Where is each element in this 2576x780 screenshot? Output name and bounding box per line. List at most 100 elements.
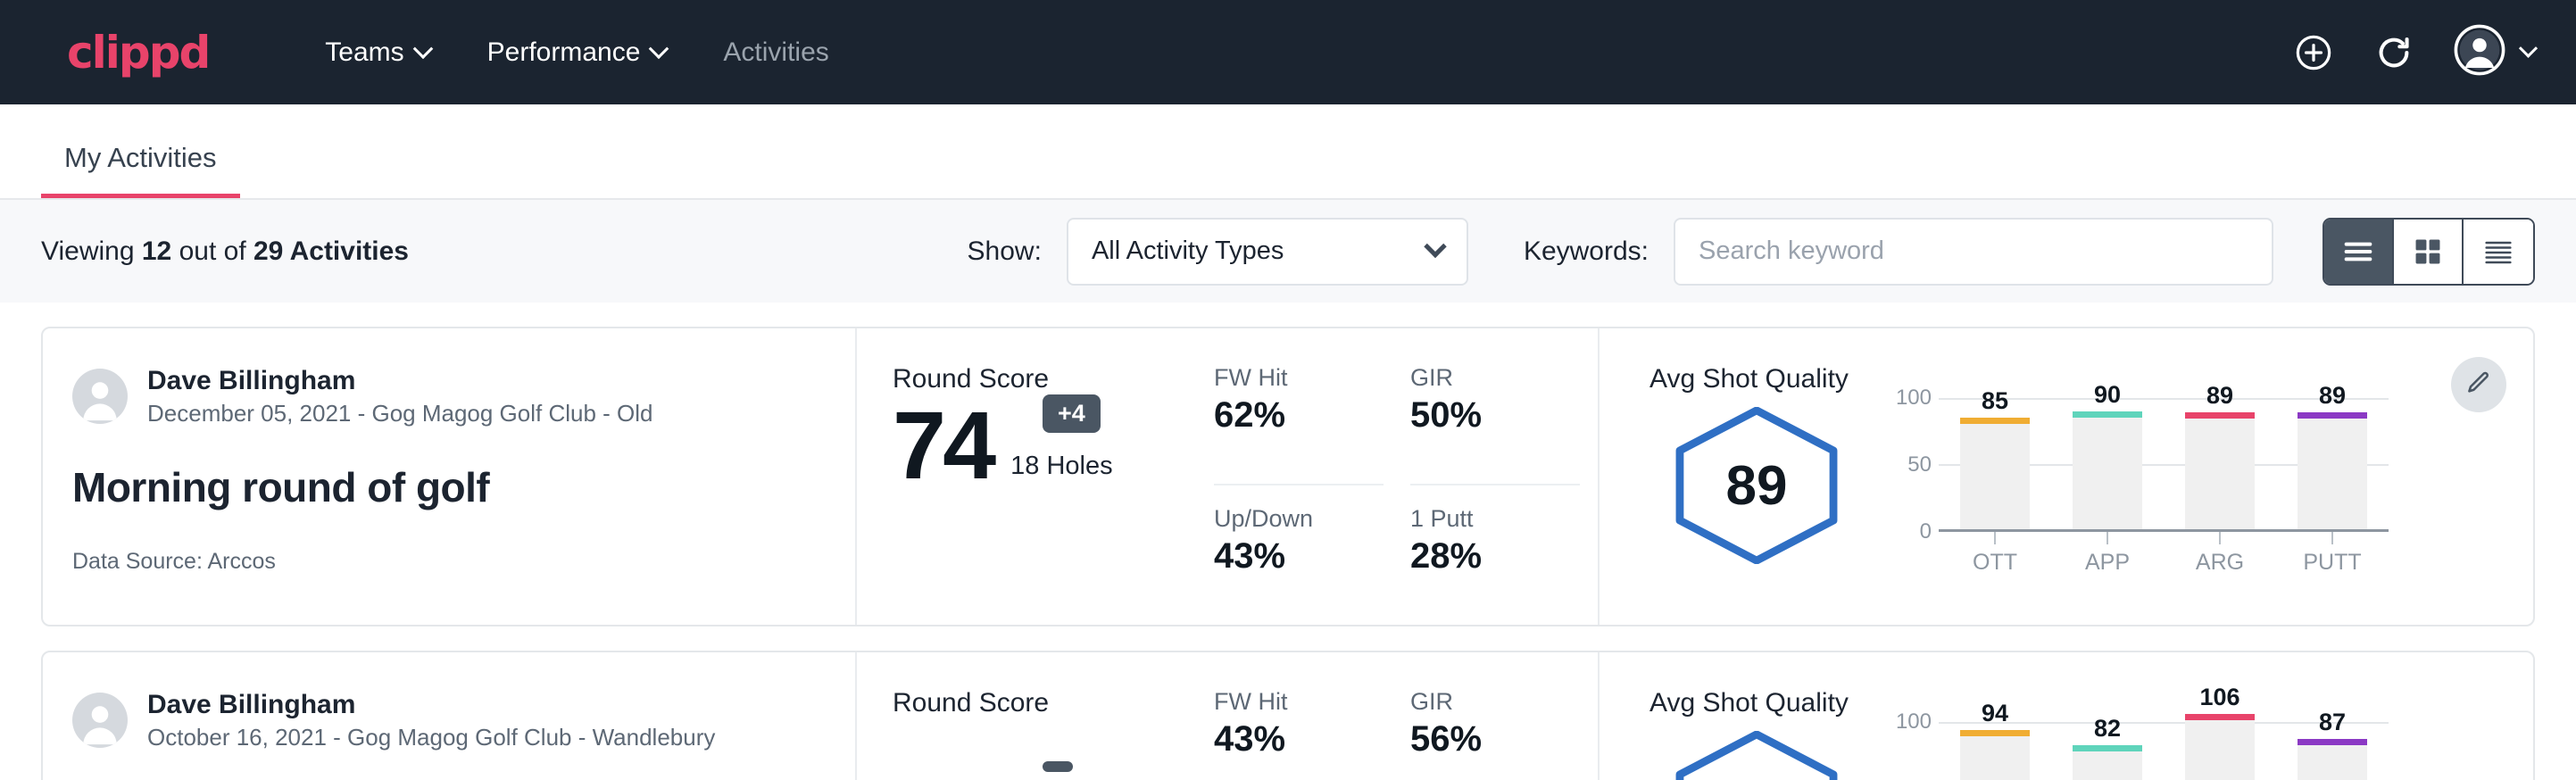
search-input[interactable] <box>1674 218 2273 286</box>
bar-col-app: 90 <box>2073 398 2142 529</box>
view-mode-toggle-group <box>2323 218 2535 286</box>
stat-gir: GIR 56% <box>1410 688 1580 780</box>
nav-item-teams[interactable]: Teams <box>296 37 458 68</box>
stat-up-down-label: Up/Down <box>1214 505 1384 533</box>
nav-item-activities[interactable]: Activities <box>694 37 857 68</box>
primary-nav: Teams Performance Activities <box>296 37 857 68</box>
activity-stats: FW Hit 43% GIR 56% <box>1214 652 1598 780</box>
round-score-row: 74 +4 18 Holes <box>893 400 1214 492</box>
nav-item-performance[interactable]: Performance <box>459 37 695 68</box>
hexagon-icon <box>1669 731 1844 780</box>
activity-subtitle: October 16, 2021 - Gog Magog Golf Club -… <box>147 722 715 753</box>
compact-view-button[interactable] <box>2464 220 2533 284</box>
activity-summary: Dave Billingham December 05, 2021 - Gog … <box>43 328 857 625</box>
tab-my-activities[interactable]: My Activities <box>41 142 240 198</box>
nav-item-activities-label: Activities <box>723 37 828 68</box>
bar-cap-app <box>2073 745 2142 751</box>
chevron-down-icon <box>649 38 669 59</box>
bar-cap-arg <box>2185 412 2255 419</box>
avg-shot-quality-body: 100 50 0 94 <box>1649 722 2533 780</box>
stat-gir: GIR 50% <box>1410 364 1580 485</box>
activity-type-select[interactable]: All Activity Types <box>1067 218 1468 286</box>
player-row: Dave Billingham October 16, 2021 - Gog M… <box>72 688 814 753</box>
bar-col-ott: 94 <box>1960 722 2030 780</box>
player-info: Dave Billingham October 16, 2021 - Gog M… <box>147 688 715 753</box>
chart-y-axis: 100 50 0 <box>1889 722 1939 780</box>
bar-putt: 87 <box>2298 739 2367 780</box>
hexagon-icon: 89 <box>1669 407 1844 564</box>
list-view-button[interactable] <box>2324 220 2394 284</box>
add-circle-icon[interactable] <box>2293 32 2334 73</box>
chart-plot-area: 94 82 <box>1939 722 2389 780</box>
round-score-label: Round Score <box>893 688 1214 718</box>
holes-label: 18 Holes <box>1010 452 1112 492</box>
bar-cap-arg <box>2185 714 2255 720</box>
bar-value-ott: 94 <box>1960 700 2030 727</box>
edit-activity-button[interactable] <box>2451 357 2506 412</box>
stat-gir-value: 50% <box>1410 395 1580 436</box>
chart-y-axis: 100 50 0 <box>1889 398 1939 532</box>
round-score-label: Round Score <box>893 364 1214 394</box>
stat-gir-value: 56% <box>1410 719 1580 759</box>
stat-one-putt-value: 28% <box>1410 536 1580 577</box>
activity-card[interactable]: Dave Billingham October 16, 2021 - Gog M… <box>41 651 2535 780</box>
bar-value-putt: 89 <box>2298 382 2367 410</box>
chevron-down-icon <box>1424 235 1446 257</box>
y-tick-100: 100 <box>1896 709 1932 734</box>
avg-shot-quality-label: Avg Shot Quality <box>1649 688 2533 718</box>
avatar <box>72 369 128 424</box>
score-differential-badge <box>1043 761 1073 772</box>
x-label-app: APP <box>2073 550 2142 576</box>
avg-shot-quality-value: 89 <box>1669 407 1844 564</box>
chart-bars: 85 90 <box>1939 398 2389 529</box>
shot-quality-bar-chart: 100 50 0 94 <box>1889 722 2389 780</box>
stat-one-putt-label: 1 Putt <box>1410 505 1580 533</box>
stat-gir-label: GIR <box>1410 364 1580 392</box>
x-label-putt: PUTT <box>2298 550 2367 576</box>
tick-app <box>2073 532 2142 544</box>
x-label-ott: OTT <box>1960 550 2030 576</box>
viewing-count: 12 <box>142 236 171 266</box>
tick-putt <box>2298 532 2367 544</box>
avatar-icon <box>2454 24 2505 80</box>
account-menu[interactable] <box>2454 24 2535 80</box>
avg-shot-quality-value <box>1669 731 1844 780</box>
shot-quality-hexagon-wrap <box>1649 722 1864 780</box>
pencil-icon <box>2465 369 2492 401</box>
bar-arg: 106 <box>2185 714 2255 780</box>
grid-view-button[interactable] <box>2394 220 2464 284</box>
bar-cap-ott <box>1960 730 2030 736</box>
bar-arg: 89 <box>2185 412 2255 529</box>
player-row: Dave Billingham December 05, 2021 - Gog … <box>72 364 814 429</box>
chevron-down-icon <box>412 38 433 59</box>
activity-data-source: Data Source: Arccos <box>72 549 814 575</box>
round-score-block: Round Score <box>857 652 1214 780</box>
stat-fw-hit: FW Hit 62% <box>1214 364 1384 485</box>
bar-col-ott: 85 <box>1960 398 2030 529</box>
bar-putt: 89 <box>2298 412 2367 529</box>
activity-summary: Dave Billingham October 16, 2021 - Gog M… <box>43 652 857 780</box>
stat-fw-hit-value: 43% <box>1214 719 1384 759</box>
activity-card[interactable]: Dave Billingham December 05, 2021 - Gog … <box>41 327 2535 626</box>
round-score-value: 74 <box>893 400 993 492</box>
top-navigation-bar: clippd Teams Performance Activities <box>0 0 2576 104</box>
stat-fw-hit-value: 62% <box>1214 395 1384 436</box>
bar-value-arg: 106 <box>2185 684 2255 711</box>
shot-quality-hexagon-wrap: 89 <box>1649 398 1864 564</box>
activity-subtitle: December 05, 2021 - Gog Magog Golf Club … <box>147 398 653 429</box>
clippd-logo[interactable]: clippd <box>67 30 209 75</box>
nav-actions <box>2293 24 2535 80</box>
player-name: Dave Billingham <box>147 364 653 398</box>
nav-item-teams-label: Teams <box>325 37 403 68</box>
viewing-summary: Viewing 12 out of 29 Activities <box>41 236 409 267</box>
avg-shot-quality-block: Avg Shot Quality 89 100 50 <box>1598 328 2533 625</box>
bar-col-arg: 106 <box>2185 722 2255 780</box>
bar-value-putt: 87 <box>2298 709 2367 736</box>
bar-col-putt: 89 <box>2298 398 2367 529</box>
bar-col-app: 82 <box>2073 722 2142 780</box>
score-differential-badge: +4 <box>1043 394 1101 433</box>
refresh-icon[interactable] <box>2373 32 2414 73</box>
bar-col-putt: 87 <box>2298 722 2367 780</box>
bar-value-ott: 85 <box>1960 387 2030 415</box>
round-score-block: Round Score 74 +4 18 Holes <box>857 328 1214 625</box>
